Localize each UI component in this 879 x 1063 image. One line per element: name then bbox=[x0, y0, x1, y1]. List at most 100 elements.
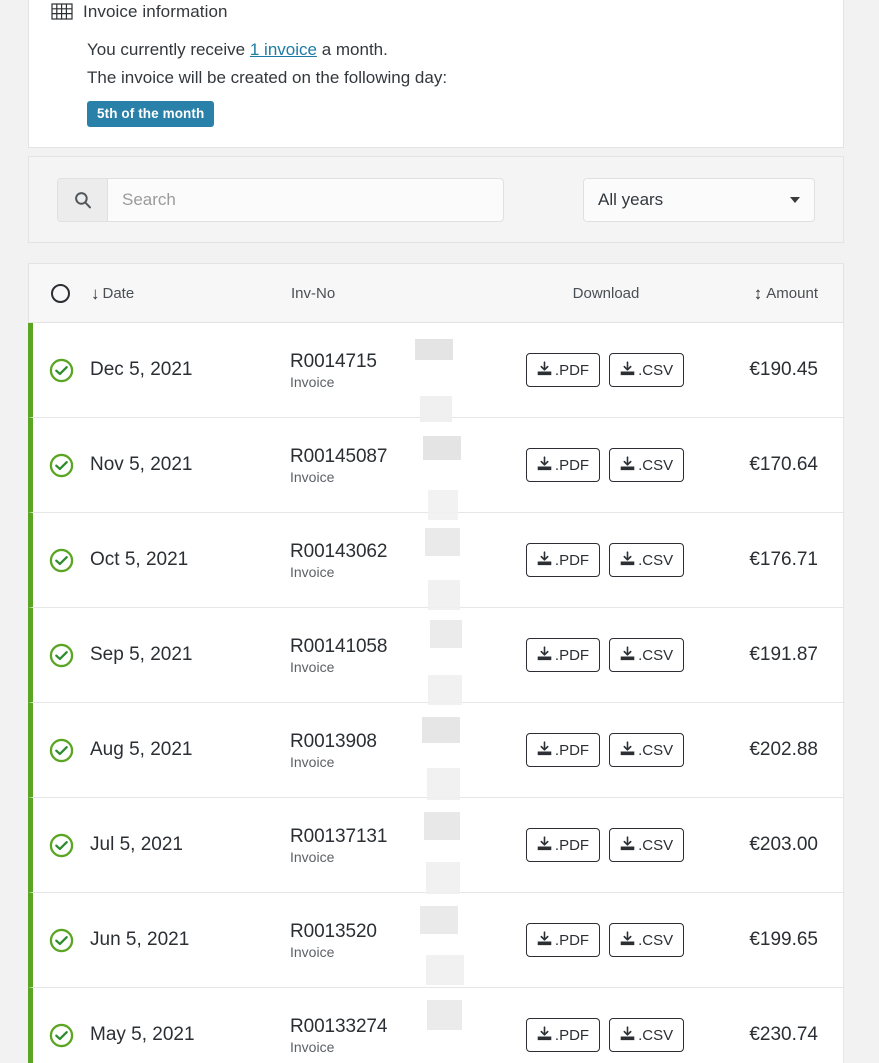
download-pdf-button[interactable]: .PDF bbox=[525, 353, 601, 387]
invoice-count-link[interactable]: 1 invoice bbox=[250, 40, 317, 59]
download-csv-label: .CSV bbox=[638, 361, 674, 379]
row-status-icon-cell[interactable] bbox=[33, 548, 90, 573]
download-icon bbox=[620, 360, 635, 380]
panel-title: Invoice information bbox=[83, 2, 228, 21]
download-icon bbox=[537, 360, 552, 380]
download-icon bbox=[537, 550, 552, 570]
download-pdf-button[interactable]: .PDF bbox=[525, 543, 601, 577]
download-icon bbox=[537, 645, 552, 665]
download-pdf-label: .PDF bbox=[554, 1026, 590, 1044]
row-status-icon-cell[interactable] bbox=[33, 453, 90, 478]
table-row[interactable]: Jul 5, 2021 R00137131 Invoice .PDF .CSV €203.… bbox=[28, 798, 844, 893]
frequency-prefix: You currently receive bbox=[87, 40, 250, 59]
invoice-amount: €230.74 bbox=[749, 1024, 818, 1045]
check-circle-icon bbox=[49, 548, 74, 573]
download-pdf-button[interactable]: .PDF bbox=[525, 733, 601, 767]
download-icon bbox=[537, 455, 552, 475]
download-icon bbox=[620, 835, 635, 855]
invoice-date: Oct 5, 2021 bbox=[90, 549, 189, 570]
download-csv-button[interactable]: .CSV bbox=[609, 448, 685, 482]
download-csv-button[interactable]: .CSV bbox=[609, 353, 685, 387]
creation-day-badge: 5th of the month bbox=[87, 101, 215, 127]
download-cell: .PDF .CSV bbox=[505, 733, 705, 767]
download-csv-button[interactable]: .CSV bbox=[609, 923, 685, 957]
row-status-icon-cell[interactable] bbox=[33, 643, 90, 668]
invoice-number-cell: R0013520 Invoice bbox=[290, 921, 505, 960]
download-csv-button[interactable]: .CSV bbox=[609, 543, 685, 577]
invoice-creation-line: The invoice will be created on the follo… bbox=[87, 68, 448, 87]
invoice-number: R00141058 bbox=[290, 635, 388, 657]
year-filter-select[interactable]: All years bbox=[583, 177, 815, 222]
search-input[interactable] bbox=[108, 178, 503, 221]
invoice-amount: €190.45 bbox=[749, 359, 818, 380]
column-header-date[interactable]: ↓ Date bbox=[91, 285, 291, 302]
invoice-number-cell: R00143062 Invoice bbox=[290, 541, 505, 580]
circle-icon bbox=[50, 283, 70, 303]
invoice-amount: €176.71 bbox=[749, 549, 818, 570]
download-pdf-button[interactable]: .PDF bbox=[525, 1018, 601, 1052]
download-csv-button[interactable]: .CSV bbox=[609, 828, 685, 862]
download-pdf-label: .PDF bbox=[554, 456, 590, 474]
table-row[interactable]: May 5, 2021 R00133274 Invoice .PDF .CSV €230.… bbox=[28, 988, 844, 1063]
download-pdf-button[interactable]: .PDF bbox=[525, 828, 601, 862]
invoice-frequency-line: You currently receive 1 invoice a month. bbox=[87, 36, 821, 64]
check-circle-icon bbox=[49, 928, 74, 953]
download-pdf-label: .PDF bbox=[554, 741, 590, 759]
table-row[interactable]: Nov 5, 2021 R00145087 Invoice .PDF .CSV €170.… bbox=[28, 418, 844, 513]
invoice-date: Dec 5, 2021 bbox=[90, 359, 193, 380]
download-csv-button[interactable]: .CSV bbox=[609, 1018, 685, 1052]
download-cell: .PDF .CSV bbox=[505, 638, 705, 672]
download-pdf-button[interactable]: .PDF bbox=[525, 638, 601, 672]
select-all-checkbox[interactable] bbox=[29, 283, 91, 303]
row-status-icon-cell[interactable] bbox=[33, 833, 90, 858]
invoice-number-cell: R00145087 Invoice bbox=[290, 446, 505, 485]
invoice-number-cell: R0013908 Invoice bbox=[290, 731, 505, 770]
invoice-number: R00143062 bbox=[290, 540, 388, 562]
download-csv-label: .CSV bbox=[638, 551, 674, 569]
download-pdf-label: .PDF bbox=[554, 646, 590, 664]
table-row[interactable]: Aug 5, 2021 R0013908 Invoice .PDF .CSV €202.8… bbox=[28, 703, 844, 798]
row-status-icon-cell[interactable] bbox=[33, 358, 90, 383]
table-row[interactable]: Jun 5, 2021 R0013520 Invoice .PDF .CSV €199.6… bbox=[28, 893, 844, 988]
invoice-number: R00137131 bbox=[290, 825, 388, 847]
invoice-amount: €203.00 bbox=[749, 834, 818, 855]
download-icon bbox=[537, 740, 552, 760]
table-row[interactable]: Oct 5, 2021 R00143062 Invoice .PDF .CSV €176.… bbox=[28, 513, 844, 608]
download-icon bbox=[620, 455, 635, 475]
download-icon bbox=[620, 740, 635, 760]
download-pdf-label: .PDF bbox=[554, 551, 590, 569]
check-circle-icon bbox=[49, 358, 74, 383]
download-pdf-button[interactable]: .PDF bbox=[525, 448, 601, 482]
invoice-number: R0014715 bbox=[290, 350, 377, 372]
filter-bar: All years bbox=[28, 156, 844, 243]
arrow-down-icon: ↓ bbox=[91, 283, 100, 303]
column-header-date-label: Date bbox=[102, 284, 135, 302]
column-header-amount[interactable]: ↕ Amount bbox=[706, 285, 843, 302]
row-status-icon-cell[interactable] bbox=[33, 1023, 90, 1048]
download-pdf-label: .PDF bbox=[554, 931, 590, 949]
download-cell: .PDF .CSV bbox=[505, 828, 705, 862]
invoice-type-label: Invoice bbox=[290, 848, 335, 865]
invoice-amount: €202.88 bbox=[749, 739, 818, 760]
row-status-icon-cell[interactable] bbox=[33, 738, 90, 763]
invoices-page: Invoice information You currently receiv… bbox=[0, 0, 879, 1063]
download-csv-button[interactable]: .CSV bbox=[609, 638, 685, 672]
download-icon bbox=[620, 645, 635, 665]
check-circle-icon bbox=[49, 833, 74, 858]
download-csv-label: .CSV bbox=[638, 836, 674, 854]
download-pdf-button[interactable]: .PDF bbox=[525, 923, 601, 957]
table-row[interactable]: Sep 5, 2021 R00141058 Invoice .PDF .CSV €191.… bbox=[28, 608, 844, 703]
download-icon bbox=[620, 550, 635, 570]
search-group[interactable] bbox=[57, 177, 504, 222]
invoice-information-body: You currently receive 1 invoice a month.… bbox=[51, 36, 821, 127]
invoice-type-label: Invoice bbox=[290, 1038, 335, 1055]
download-csv-label: .CSV bbox=[638, 456, 674, 474]
column-header-download-label: Download bbox=[572, 284, 640, 302]
download-csv-button[interactable]: .CSV bbox=[609, 733, 685, 767]
invoice-date: May 5, 2021 bbox=[90, 1024, 195, 1045]
year-filter-value: All years bbox=[598, 189, 664, 209]
search-icon[interactable] bbox=[58, 178, 108, 221]
column-header-invoice-no[interactable]: Inv-No bbox=[291, 285, 506, 302]
row-status-icon-cell[interactable] bbox=[33, 928, 90, 953]
table-row[interactable]: Dec 5, 2021 R0014715 Invoice .PDF .CSV €190.4… bbox=[28, 323, 844, 418]
